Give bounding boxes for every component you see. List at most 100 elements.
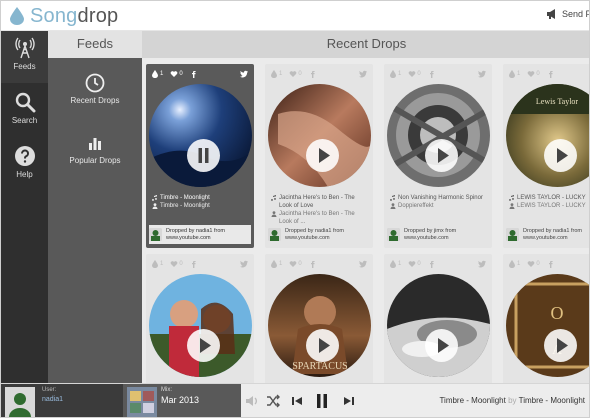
hearts-stat[interactable]: 0 xyxy=(170,260,183,268)
help-icon xyxy=(14,146,35,166)
twitter-share[interactable] xyxy=(478,70,487,78)
feed-item-popular-drops[interactable]: Popular Drops xyxy=(48,133,142,165)
send-feedback-button[interactable]: Send F xyxy=(546,8,589,20)
source-link[interactable]: www.youtube.com xyxy=(166,235,225,242)
now-playing-artist[interactable]: Timbre - Moonlight xyxy=(519,396,585,405)
track-artist[interactable]: Timbre - Moonlight xyxy=(160,202,210,210)
volume-icon[interactable] xyxy=(244,393,260,409)
drop-card[interactable]: 1 0 Lewis Taylor LEWIS TAYLOR - LUCKY LE xyxy=(503,64,589,248)
user-name[interactable]: nadia1 xyxy=(42,396,63,403)
pause-button[interactable] xyxy=(187,139,220,172)
play-icon xyxy=(200,338,211,353)
twitter-share[interactable] xyxy=(478,260,487,268)
twitter-share[interactable] xyxy=(240,260,249,268)
track-artist[interactable]: LEWIS TAYLOR - LUCKY xyxy=(517,202,586,210)
likes-stat[interactable]: 1 xyxy=(508,70,520,78)
album-art-lucky: Lewis Taylor xyxy=(506,84,589,187)
hearts-count: 0 xyxy=(298,71,302,77)
hearts-stat[interactable]: 0 xyxy=(289,70,302,78)
facebook-share[interactable] xyxy=(428,260,437,268)
facebook-share[interactable] xyxy=(547,70,556,78)
likes-stat[interactable]: 1 xyxy=(270,260,282,268)
hearts-stat[interactable]: 0 xyxy=(527,260,540,268)
facebook-share[interactable] xyxy=(190,260,199,268)
drop-card[interactable]: 1 0 Jacintha Here's to Ben - The Look of… xyxy=(265,64,373,248)
card-stats: 1 0 xyxy=(270,259,368,269)
drop-card[interactable]: 1 0 O A xyxy=(503,254,589,383)
drop-card[interactable]: 1 0 xyxy=(384,254,492,383)
play-button[interactable] xyxy=(425,139,458,172)
dropper-avatar[interactable] xyxy=(506,228,519,241)
track-title[interactable]: Jacintha Here's to Ben - The Look of Lov… xyxy=(279,194,369,210)
drop-card[interactable]: 1 0 Timbre - Moonlight Timbre - Moonligh… xyxy=(146,64,254,248)
feed-item-recent-drops[interactable]: Recent Drops xyxy=(48,73,142,105)
source-link[interactable]: www.youtube.com xyxy=(404,235,456,242)
logo-song: Song xyxy=(30,5,78,27)
track-title[interactable]: Timbre - Moonlight xyxy=(160,194,210,202)
play-button[interactable] xyxy=(425,329,458,362)
pause-icon[interactable] xyxy=(313,391,331,411)
dropper-avatar[interactable] xyxy=(387,228,400,241)
hearts-stat[interactable]: 0 xyxy=(527,70,540,78)
play-button[interactable] xyxy=(187,329,220,362)
svg-text:Lewis Taylor: Lewis Taylor xyxy=(536,97,579,106)
current-user[interactable]: User: nadia1 xyxy=(1,384,123,417)
user-avatar[interactable] xyxy=(5,387,35,417)
source-link[interactable]: www.youtube.com xyxy=(285,235,344,242)
shuffle-icon[interactable] xyxy=(265,393,281,409)
play-button[interactable] xyxy=(306,329,339,362)
svg-text:SPARTACUS: SPARTACUS xyxy=(292,361,347,372)
hearts-stat[interactable]: 0 xyxy=(170,70,183,78)
drop-card[interactable]: 1 0 xyxy=(146,254,254,383)
play-button[interactable] xyxy=(306,139,339,172)
rail-item-help[interactable]: Help xyxy=(1,139,48,191)
now-playing-track[interactable]: Timbre - Moonlight xyxy=(439,396,505,405)
facebook-share[interactable] xyxy=(547,260,556,268)
facebook-icon xyxy=(191,71,196,78)
rail-item-search[interactable]: Search xyxy=(1,85,48,137)
facebook-share[interactable] xyxy=(309,70,318,78)
next-track-icon[interactable] xyxy=(341,393,357,409)
hearts-stat[interactable]: 0 xyxy=(408,260,421,268)
likes-stat[interactable]: 1 xyxy=(389,260,401,268)
hearts-stat[interactable]: 0 xyxy=(408,70,421,78)
facebook-icon xyxy=(548,261,553,268)
hearts-count: 0 xyxy=(536,71,540,77)
heart-icon xyxy=(409,261,416,267)
drop-card[interactable]: 1 0 SPARTACUS xyxy=(265,254,373,383)
likes-count: 1 xyxy=(160,261,164,267)
mix-cover[interactable] xyxy=(127,387,157,417)
twitter-share[interactable] xyxy=(359,260,368,268)
twitter-icon xyxy=(359,260,367,268)
facebook-icon xyxy=(548,71,553,78)
dropper-avatar[interactable] xyxy=(268,228,281,241)
track-title[interactable]: Non Vanishing Harmonic Spinor xyxy=(398,194,483,202)
rail-item-feeds[interactable]: Feeds xyxy=(1,31,48,83)
hearts-count: 0 xyxy=(179,71,183,77)
track-artist[interactable]: Doppiereffekt xyxy=(398,202,434,210)
track-title[interactable]: LEWIS TAYLOR - LUCKY xyxy=(517,194,586,202)
twitter-share[interactable] xyxy=(359,70,368,78)
source-link[interactable]: www.youtube.com xyxy=(523,235,582,242)
drop-card[interactable]: 1 0 Non Vanishing Harmonic Spinor Doppie… xyxy=(384,64,492,248)
facebook-share[interactable] xyxy=(428,70,437,78)
mix-name[interactable]: Mar 2013 xyxy=(161,395,199,405)
likes-stat[interactable]: 1 xyxy=(151,70,163,78)
likes-stat[interactable]: 1 xyxy=(389,70,401,78)
app-logo[interactable]: Songdrop xyxy=(30,5,118,28)
likes-stat[interactable]: 1 xyxy=(151,260,163,268)
facebook-icon xyxy=(191,261,196,268)
track-artist[interactable]: Jacintha Here's to Ben - The Look of ... xyxy=(279,210,369,226)
facebook-share[interactable] xyxy=(190,70,199,78)
current-mix[interactable]: Mix: Mar 2013 xyxy=(123,384,241,417)
play-button[interactable] xyxy=(544,329,577,362)
likes-stat[interactable]: 1 xyxy=(508,260,520,268)
dropper-avatar[interactable] xyxy=(149,228,162,241)
likes-stat[interactable]: 1 xyxy=(270,70,282,78)
twitter-share[interactable] xyxy=(240,70,249,78)
facebook-share[interactable] xyxy=(309,260,318,268)
previous-track-icon[interactable] xyxy=(289,393,305,409)
hearts-stat[interactable]: 0 xyxy=(289,260,302,268)
play-button[interactable] xyxy=(544,139,577,172)
broadcast-tower-icon xyxy=(14,37,35,59)
